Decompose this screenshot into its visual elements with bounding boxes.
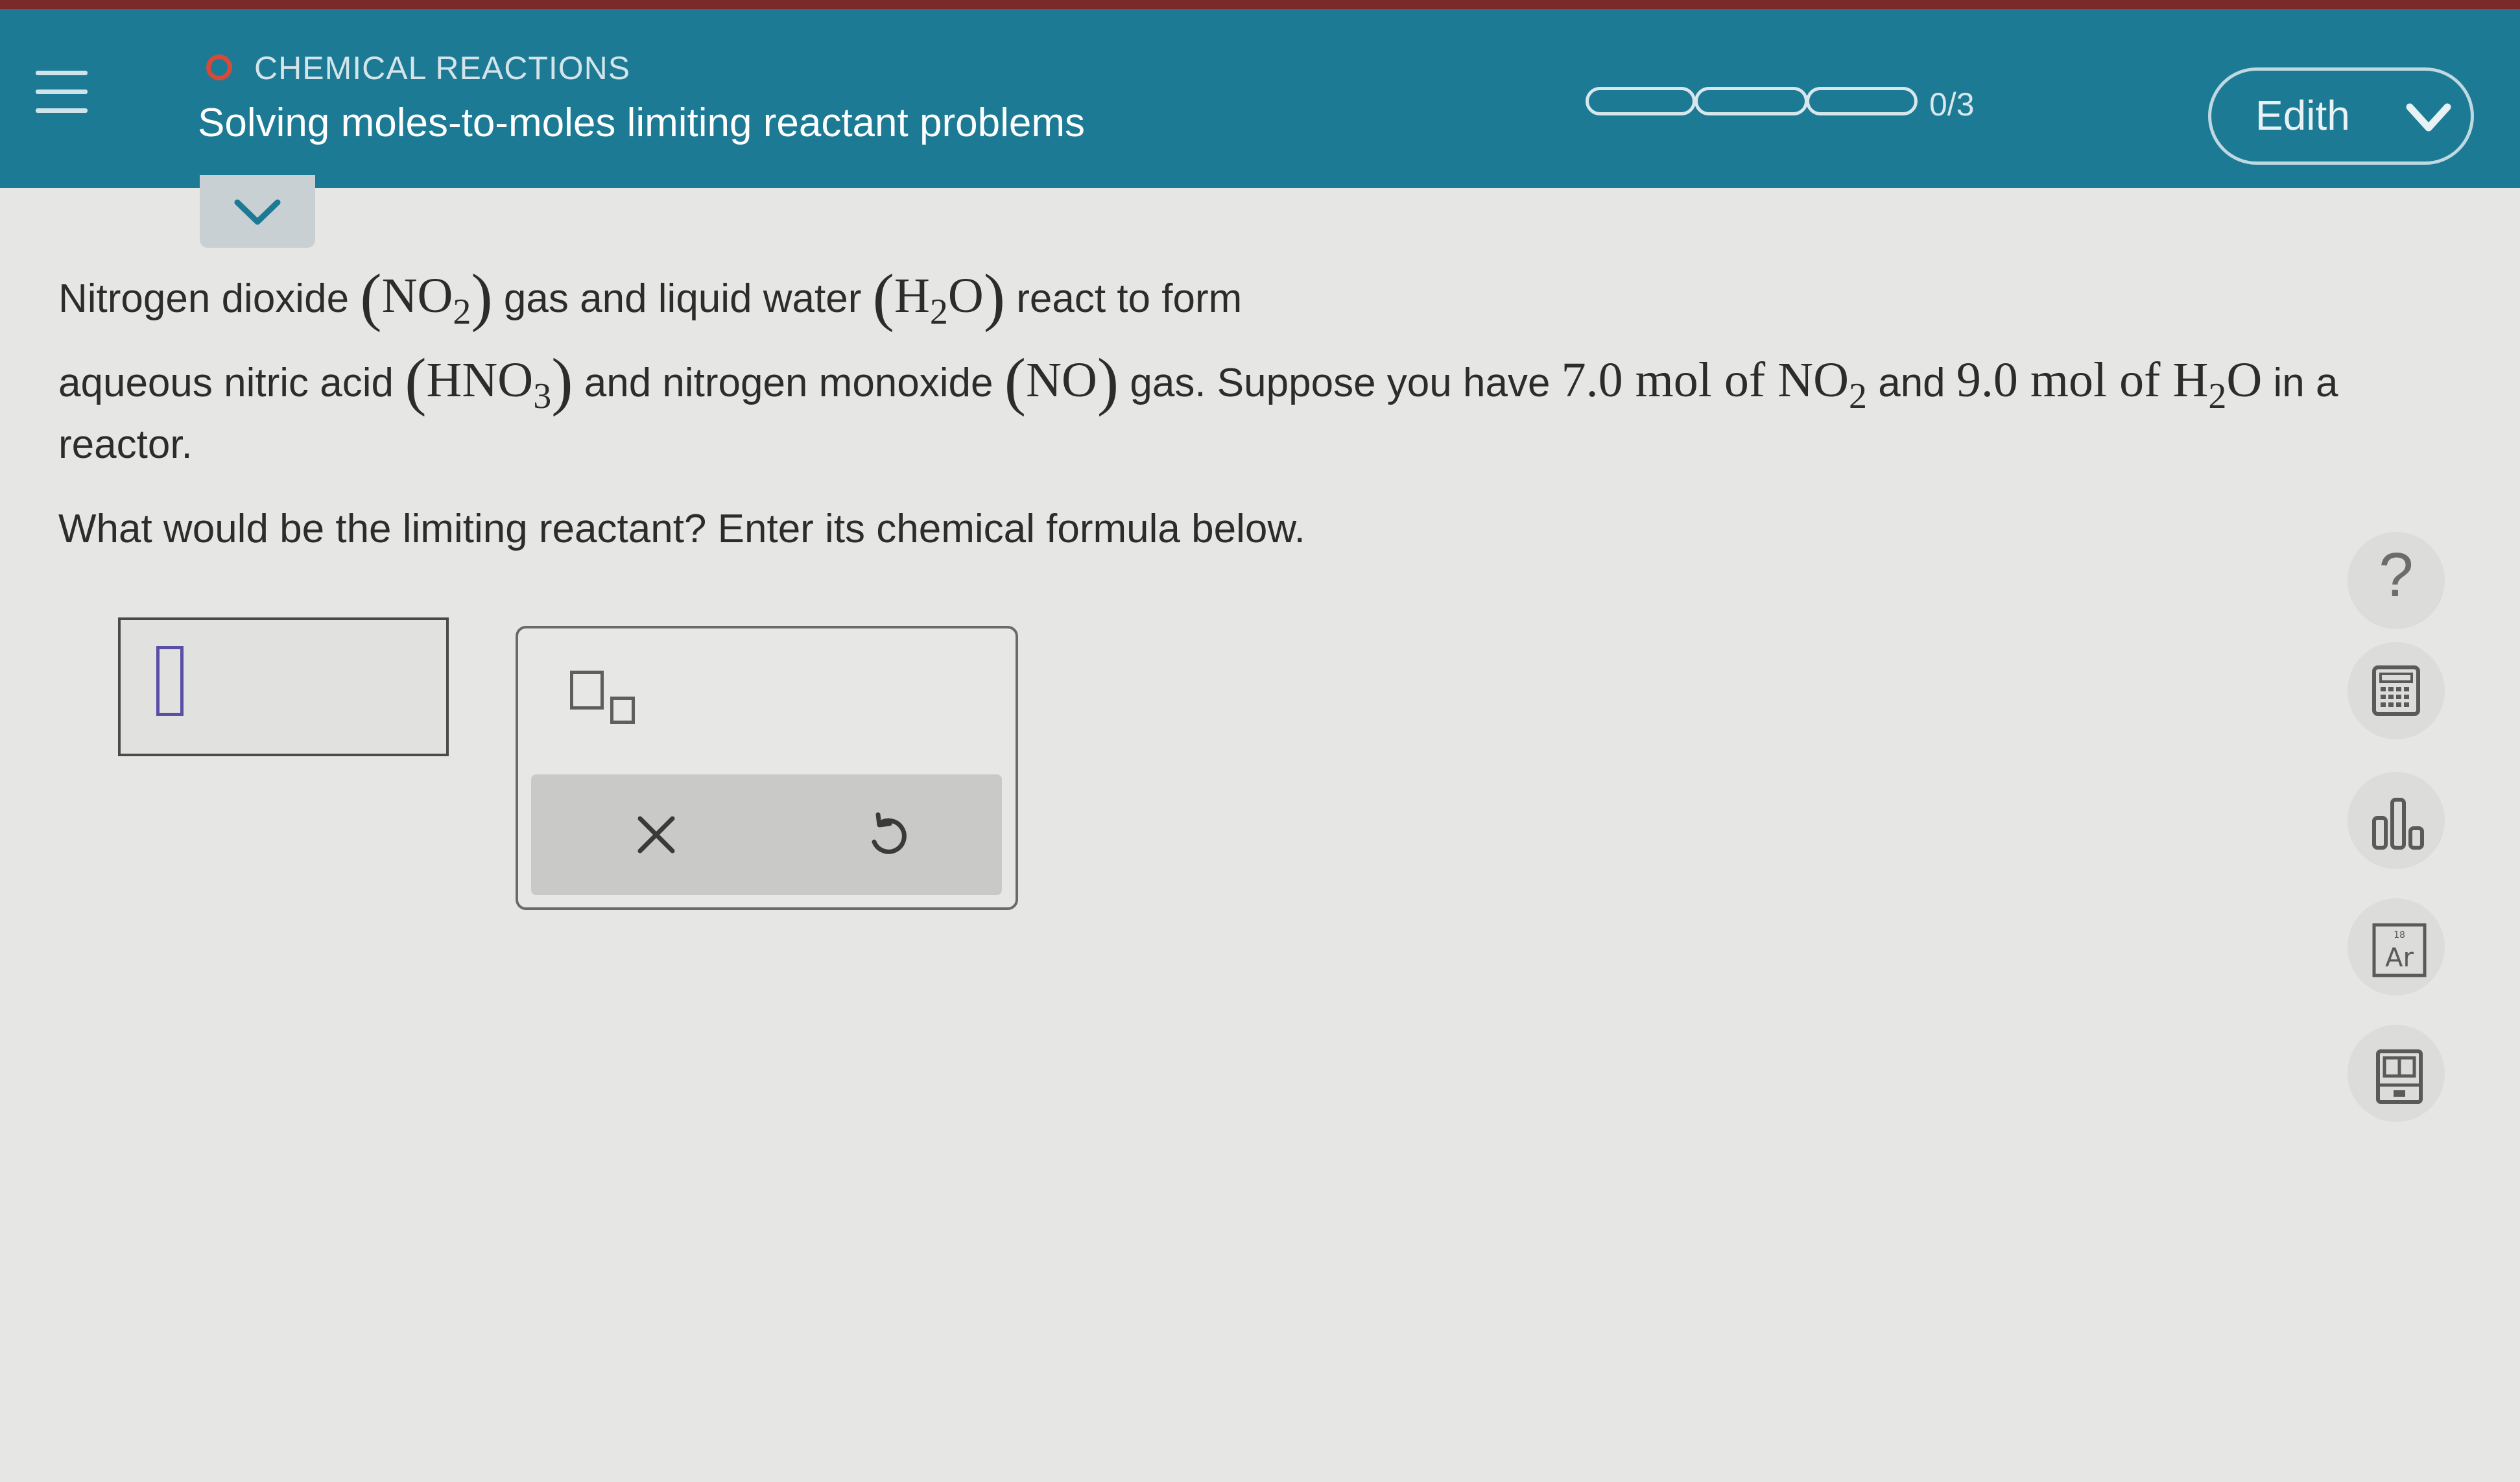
chevron-down-icon (234, 199, 281, 225)
question-text: react to form (1016, 276, 1242, 321)
progress-count: 0/3 (1929, 86, 1975, 123)
subscript-button[interactable] (570, 671, 648, 729)
chart-icon (2372, 798, 2424, 850)
formula: H2O (894, 269, 984, 332)
question-line-3: reactor. (58, 422, 193, 467)
close-icon[interactable] (627, 806, 685, 864)
subscript-box-icon (610, 697, 635, 724)
question-text: Nitrogen dioxide (58, 276, 350, 321)
collapse-toggle[interactable] (200, 175, 315, 248)
topic-status-icon (206, 54, 232, 80)
question-line-2: aqueous nitric acid (HNO3) and nitrogen … (58, 345, 2338, 417)
question-text: aqueous nitric acid (58, 361, 394, 405)
question-prompt: What would be the limiting reactant? Ent… (58, 507, 1305, 551)
quantity: 9.0 mol of H2O (1956, 353, 2263, 416)
palette-actions (531, 774, 1002, 895)
text-cursor (156, 646, 184, 716)
question-line-1: Nitrogen dioxide (NO2) gas and liquid wa… (58, 261, 1242, 333)
formula: NO2 (381, 269, 471, 332)
chevron-down-icon (2406, 103, 2451, 132)
question-text: and (1878, 361, 1945, 405)
quantity: 7.0 mol of NO2 (1561, 353, 1867, 416)
calculator-button[interactable] (2348, 642, 2445, 739)
periodic-table-icon: 18 Ar (2372, 923, 2427, 977)
formula-palette (516, 626, 1018, 910)
question-text: in a (2273, 361, 2338, 405)
formula: HNO3 (426, 353, 552, 416)
progress-segment (1694, 87, 1808, 115)
calculator-icon (2372, 665, 2420, 716)
data-chart-button[interactable] (2348, 772, 2445, 869)
help-button[interactable]: ? (2348, 532, 2445, 629)
top-bar: CHEMICAL REACTIONS Solving moles-to-mole… (0, 0, 2520, 188)
menu-icon[interactable] (36, 71, 88, 127)
page-title: Solving moles-to-moles limiting reactant… (198, 101, 1085, 145)
answer-input[interactable] (118, 617, 449, 756)
question-text: and nitrogen monoxide (584, 361, 993, 405)
question-text: gas. Suppose you have (1130, 361, 1551, 405)
svg-text:Ar: Ar (2385, 943, 2414, 973)
periodic-table-button[interactable]: 18 Ar (2348, 898, 2445, 996)
question-text: gas and liquid water (503, 276, 862, 321)
reference-button[interactable] (2348, 1025, 2445, 1122)
topic-label: CHEMICAL REACTIONS (254, 50, 631, 86)
progress-segment (1806, 87, 1918, 115)
progress-segment (1586, 87, 1696, 115)
help-icon: ? (2379, 540, 2414, 610)
formula: NO (1026, 353, 1097, 407)
user-menu-button[interactable]: Edith (2208, 67, 2474, 165)
box-icon (570, 671, 604, 710)
svg-text:18: 18 (2394, 930, 2405, 940)
reference-book-icon (2376, 1049, 2423, 1104)
undo-icon[interactable] (859, 806, 917, 864)
user-name: Edith (2255, 92, 2350, 139)
